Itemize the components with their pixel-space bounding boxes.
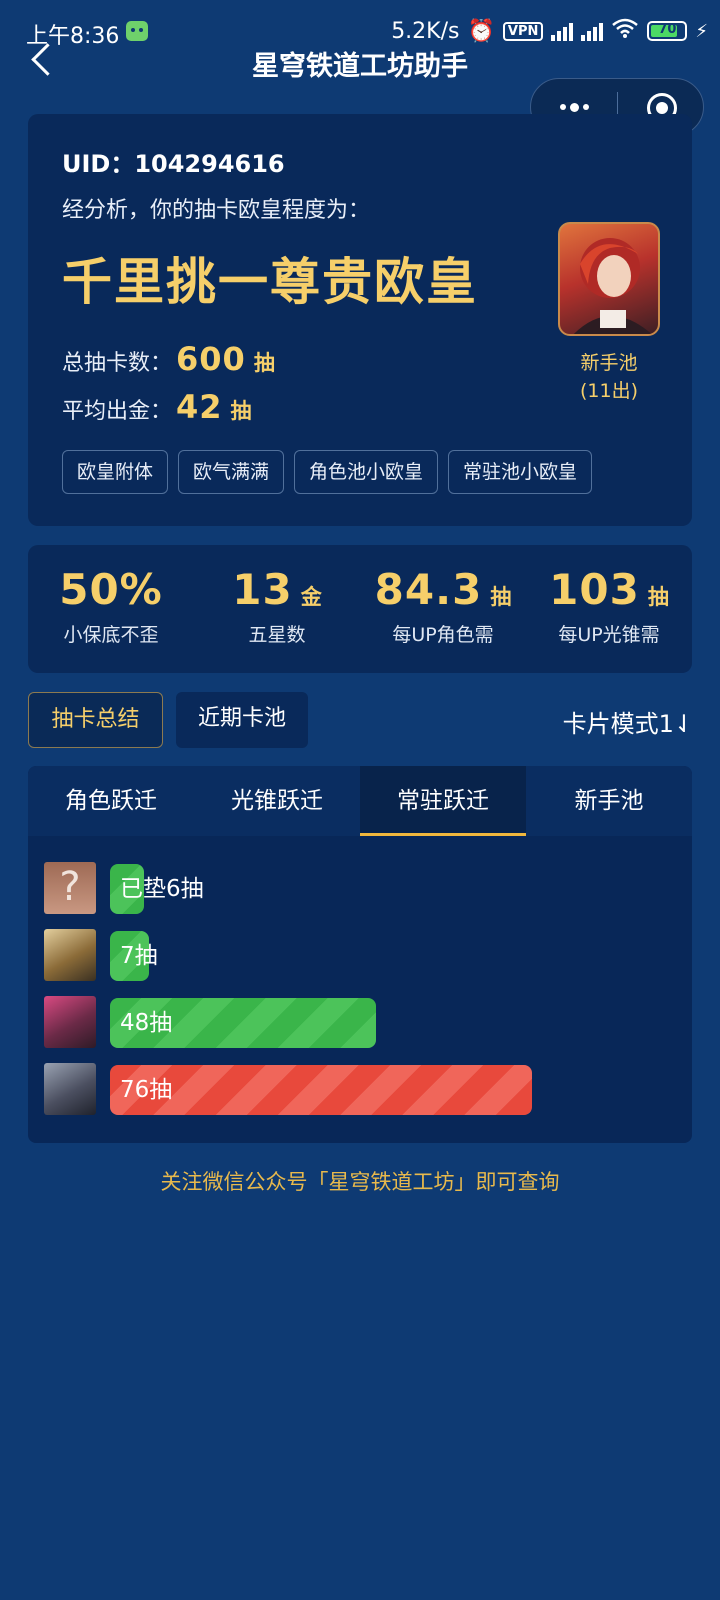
card-mode-toggle[interactable]: 卡片模式1⇃: [563, 704, 694, 739]
battery-icon: 70: [647, 21, 688, 41]
stats-card: 50% 小保底不歪 13 金 五星数 84.3 抽 每UP角色需 103 抽 每UP光…: [28, 545, 692, 673]
pull-row: 76抽: [44, 1061, 664, 1117]
pull-bar: 已垫6抽: [110, 864, 204, 914]
stat-label: 每UP光锥需: [558, 624, 660, 646]
character-avatar[interactable]: [558, 222, 660, 336]
stat-value: 13: [232, 565, 293, 614]
pull-row: 48抽: [44, 994, 664, 1050]
tag-item: 角色池小欧皇: [294, 450, 439, 494]
wifi-icon: [611, 18, 639, 44]
tag-item: 常驻池小欧皇: [448, 450, 593, 494]
pool-tabs: 角色跃迁 光锥跃迁 常驻跃迁 新手池: [28, 766, 692, 836]
alarm-icon: ⏰: [467, 18, 495, 44]
stat-value: 84.3: [374, 565, 483, 614]
pull-row: ? 已垫6抽: [44, 860, 664, 916]
tab-lightcone-warp[interactable]: 光锥跃迁: [194, 766, 360, 836]
tab-standard-warp[interactable]: 常驻跃迁: [360, 766, 526, 836]
pull-bar-label: 76抽: [120, 1077, 173, 1103]
average-gold-unit: 抽: [230, 399, 252, 423]
pool-count: (11出): [579, 380, 638, 402]
vpn-icon: VPN: [502, 21, 544, 41]
charging-icon: ⚡: [695, 20, 708, 42]
recent-pools-button[interactable]: 近期卡池: [176, 692, 308, 748]
stat-unit: 抽: [490, 585, 512, 609]
pull-bar: 48抽: [110, 998, 377, 1048]
pool-panel: 角色跃迁 光锥跃迁 常驻跃迁 新手池 ? 已垫6抽 7抽 48抽 76抽: [28, 766, 692, 1143]
stat-item: 103 抽 每UP光锥需: [526, 565, 692, 647]
character-thumbnail[interactable]: [44, 996, 96, 1048]
average-gold: 平均出金： 42 抽: [62, 388, 252, 426]
average-gold-value: 42: [176, 388, 223, 426]
status-icons: 5.2K/s ⏰ VPN 70 ⚡: [391, 18, 708, 44]
stat-item: 84.3 抽 每UP角色需: [360, 565, 526, 647]
average-gold-label: 平均出金：: [62, 399, 173, 424]
tag-item: 欧皇附体: [62, 450, 169, 494]
tag-item: 欧气满满: [178, 450, 285, 494]
signal-icon: [581, 21, 604, 41]
total-pulls-value: 600: [176, 340, 246, 378]
character-thumbnail[interactable]: [44, 929, 96, 981]
stat-label: 每UP角色需: [392, 624, 494, 646]
unknown-character-icon: ?: [44, 862, 96, 914]
pull-bar-label: 7抽: [120, 943, 158, 969]
tab-beginner-pool[interactable]: 新手池: [526, 766, 692, 836]
total-pulls-unit: 抽: [253, 351, 275, 375]
page: 上午8:36 5.2K/s ⏰ VPN 70 ⚡ 星穹铁道工坊助手 UID：10…: [0, 0, 720, 1600]
stat-label: 小保底不歪: [63, 624, 159, 646]
luck-rank: 千里挑一尊贵欧皇: [62, 253, 478, 311]
net-speed: 5.2K/s: [391, 18, 460, 44]
pull-row: 7抽: [44, 927, 664, 983]
footer-note: 关注微信公众号「星穹铁道工坊」即可查询: [160, 1170, 560, 1194]
pull-bar: 7抽: [110, 931, 158, 981]
android-icon: [126, 21, 148, 41]
total-pulls: 总抽卡数： 600 抽: [62, 340, 275, 378]
uid-text: UID：104294616: [62, 150, 285, 178]
signal-icon: [551, 21, 574, 41]
pull-bar-label: 已垫6抽: [120, 876, 204, 902]
total-pulls-label: 总抽卡数：: [62, 351, 173, 376]
stat-item: 13 金 五星数: [194, 565, 360, 647]
stat-unit: 抽: [647, 585, 669, 609]
stat-unit: 金: [300, 585, 322, 609]
stat-value: 50%: [59, 565, 163, 614]
character-thumbnail[interactable]: [44, 1063, 96, 1115]
stat-item: 50% 小保底不歪: [28, 565, 194, 647]
stat-value: 103: [549, 565, 640, 614]
summary-card: UID：104294616 经分析，你的抽卡欧皇程度为： 千里挑一尊贵欧皇 总抽…: [28, 114, 692, 526]
tab-character-warp[interactable]: 角色跃迁: [28, 766, 194, 836]
summary-tab-button[interactable]: 抽卡总结: [28, 692, 163, 748]
pull-bar-label: 48抽: [120, 1010, 173, 1036]
analysis-text: 经分析，你的抽卡欧皇程度为：: [62, 198, 371, 223]
stat-label: 五星数: [248, 624, 306, 646]
pool-name: 新手池: [580, 352, 638, 374]
pull-bar: 76抽: [110, 1065, 532, 1115]
tag-list: 欧皇附体 欧气满满 角色池小欧皇 常驻池小欧皇: [62, 450, 593, 494]
